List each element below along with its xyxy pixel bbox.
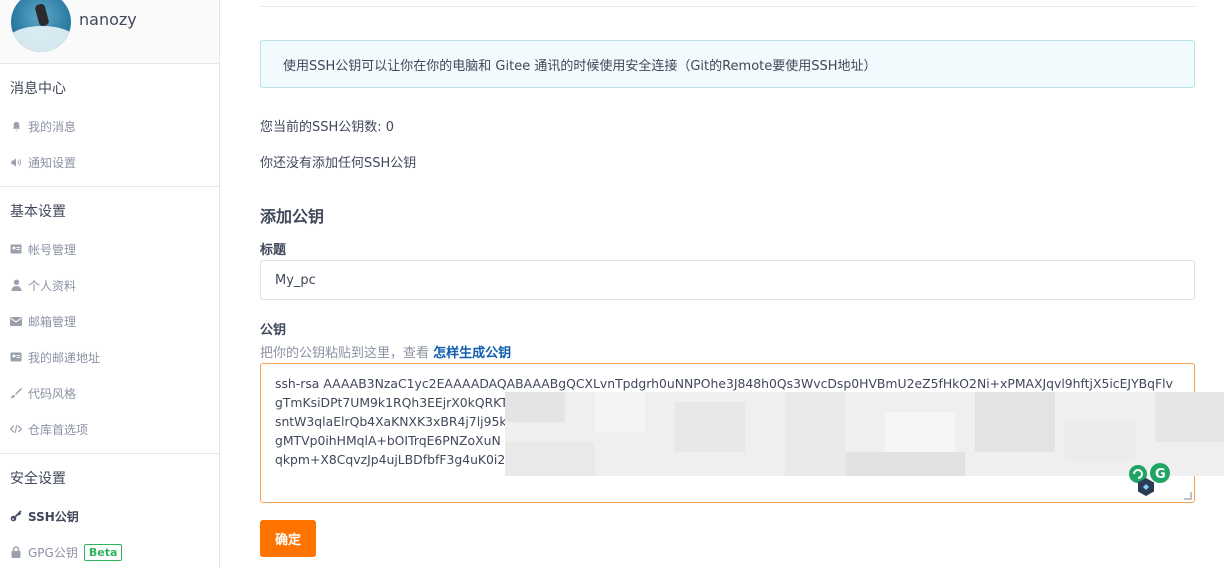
username[interactable]: nanozy — [79, 10, 137, 29]
sidebar-item-email[interactable]: 邮箱管理 — [0, 303, 219, 339]
security-settings-section: 安全设置 SSH公钥 GPG公钥 Beta — [0, 454, 219, 576]
extension-icons[interactable]: G — [1128, 462, 1178, 496]
ssh-key-count: 您当前的SSH公钥数: 0 — [260, 120, 395, 135]
key-line: gMTVp0ihHMqlA+bOITrqE6PNZoXuN BdDL8bz5rR… — [275, 433, 1180, 448]
address-card-icon — [10, 351, 22, 363]
no-keys-message: 你还没有添加任何SSH公钥 — [260, 156, 417, 171]
sidebar-item-label: 通知设置 — [28, 155, 77, 170]
submit-button[interactable]: 确定 — [260, 520, 316, 557]
key-line: qkpm+X8CqvzJp4ujLBDfbfF3g4uK0i2 — [275, 452, 506, 467]
how-to-generate-key-link[interactable]: 怎样生成公钥 — [433, 346, 511, 361]
key-line-end: 3FfKDW4mFME — [1085, 395, 1180, 410]
svg-text:G: G — [1155, 467, 1166, 482]
sidebar-item-label: 帐号管理 — [28, 242, 77, 257]
main-content: 使用SSH公钥可以让你在你的电脑和 Gitee 通讯的时候使用安全连接（Git的… — [260, 0, 1224, 568]
sidebar-item-label: GPG公钥 — [28, 545, 78, 560]
sidebar-item-gpg-keys[interactable]: GPG公钥 Beta — [0, 534, 219, 570]
avatar[interactable] — [11, 0, 71, 52]
resize-handle[interactable] — [1184, 492, 1192, 500]
key-line: sntW3qlaElrQb4XaKNXK3xBR4j7lj95k Ln93Z1U… — [275, 414, 1180, 429]
section-title: 基本设置 — [10, 204, 66, 220]
code-icon — [10, 423, 22, 435]
key-hint-text: 把你的公钥粘贴到这里，查看 — [260, 346, 434, 361]
basic-settings-section: 基本设置 帐号管理 个人资料 邮箱管理 我的邮递地址 代码风格 仓库首选项 — [0, 187, 219, 454]
bell-icon — [10, 120, 22, 132]
profile-header: nanozy — [0, 0, 219, 64]
divider — [260, 6, 1195, 7]
lock-icon — [10, 546, 22, 558]
key-hint: 把你的公钥粘贴到这里，查看 怎样生成公钥 — [260, 342, 511, 361]
sidebar-item-profile[interactable]: 个人资料 — [0, 267, 219, 303]
key-icon — [10, 510, 22, 522]
key-line-end: Ln93Z1Uo5tDR — [1085, 414, 1180, 429]
key-line: ssh-rsa AAAAB3NzaC1yc2EAAAADAQABAAABgQCX… — [275, 376, 1173, 391]
sidebar: nanozy 消息中心 我的消息 通知设置 基本设置 帐号管理 个人资料 邮箱管… — [0, 0, 220, 568]
add-key-heading: 添加公钥 — [260, 207, 325, 226]
section-title: 消息中心 — [10, 81, 66, 97]
messages-section: 消息中心 我的消息 通知设置 — [0, 64, 219, 187]
sidebar-item-label: 代码风格 — [28, 386, 77, 401]
sidebar-item-my-messages[interactable]: 我的消息 — [0, 108, 219, 144]
public-key-textarea[interactable]: ssh-rsa AAAAB3NzaC1yc2EAAAADAQABAAABgQCX… — [260, 363, 1195, 503]
key-label: 公钥 — [260, 323, 287, 338]
user-icon — [10, 279, 22, 291]
id-card-icon — [10, 243, 22, 255]
speaker-icon — [10, 156, 22, 168]
sidebar-item-account[interactable]: 帐号管理 — [0, 231, 219, 267]
key-line-end: BdDL8bz5rRFG — [1086, 433, 1180, 448]
sidebar-item-label: 仓库首选项 — [28, 422, 89, 437]
title-input[interactable]: My_pc — [260, 260, 1195, 300]
section-title: 安全设置 — [10, 471, 66, 487]
title-input-value: My_pc — [275, 272, 316, 288]
sidebar-item-label: 个人资料 — [28, 278, 77, 293]
sidebar-item-code-style[interactable]: 代码风格 — [0, 375, 219, 411]
sidebar-item-label: 邮箱管理 — [28, 314, 77, 329]
sidebar-item-label: SSH公钥 — [28, 509, 79, 524]
key-line: gTmKsiDPt7UM9k1RQh3EEjrX0kQRKT 3FfKDW4mF… — [275, 395, 1180, 410]
info-alert: 使用SSH公钥可以让你在你的电脑和 Gitee 通讯的时候使用安全连接（Git的… — [260, 40, 1195, 88]
info-text: 使用SSH公钥可以让你在你的电脑和 Gitee 通讯的时候使用安全连接（Git的… — [283, 58, 877, 74]
sidebar-item-notification-settings[interactable]: 通知设置 — [0, 144, 219, 180]
mail-icon — [10, 315, 22, 327]
sidebar-item-label: 我的邮递地址 — [28, 350, 101, 365]
beta-badge: Beta — [83, 543, 123, 561]
sidebar-item-label: 我的消息 — [28, 119, 77, 134]
brush-icon — [10, 387, 22, 399]
sidebar-item-address[interactable]: 我的邮递地址 — [0, 339, 219, 375]
sidebar-item-ssh-keys[interactable]: SSH公钥 — [0, 498, 219, 534]
title-label: 标题 — [260, 243, 287, 258]
sidebar-item-repo-preferences[interactable]: 仓库首选项 — [0, 411, 219, 447]
